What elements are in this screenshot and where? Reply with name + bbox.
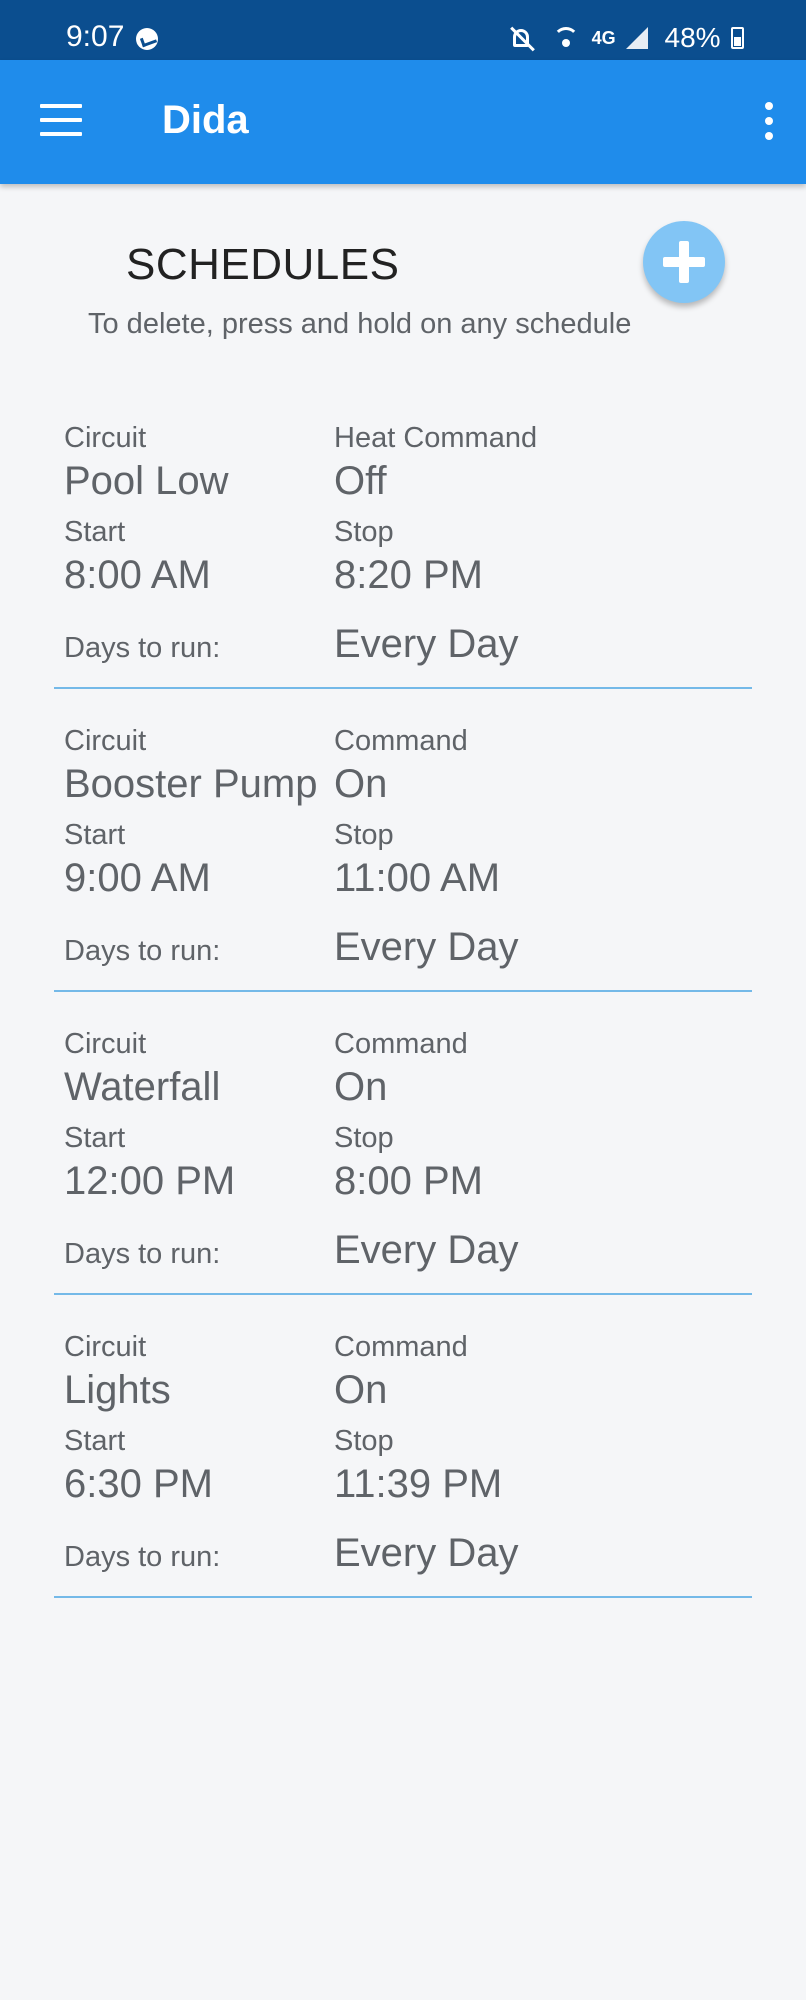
schedule-card[interactable]: Circuit Command Booster Pump On Start St… xyxy=(0,723,806,1026)
command-label: Heat Command xyxy=(334,422,538,454)
stop-label: Stop xyxy=(334,516,394,548)
circuit-label: Circuit xyxy=(64,725,147,757)
start-value: 12:00 PM xyxy=(64,1159,236,1203)
schedules-header: SCHEDULES To delete, press and hold on a… xyxy=(0,184,806,364)
circuit-value: Waterfall xyxy=(64,1065,221,1109)
stop-value: 8:00 PM xyxy=(334,1159,483,1203)
plus-icon xyxy=(643,221,725,303)
stop-value: 11:39 PM xyxy=(334,1462,503,1506)
schedule-list: Circuit Heat Command Pool Low Off Start … xyxy=(0,420,806,1632)
stop-value: 8:20 PM xyxy=(334,553,483,597)
circuit-value: Lights xyxy=(64,1368,171,1412)
page-subtitle: To delete, press and hold on any schedul… xyxy=(88,308,632,340)
start-value: 9:00 AM xyxy=(64,856,211,900)
app-title: Dida xyxy=(162,98,249,142)
status-indicators: 4G 48% xyxy=(509,22,744,53)
days-label: Days to run: xyxy=(64,1541,221,1573)
circuit-value: Booster Pump xyxy=(64,762,318,806)
start-label: Start xyxy=(64,819,126,851)
mute-icon xyxy=(509,25,535,51)
schedule-card[interactable]: Circuit Command Lights On Start Stop 6:3… xyxy=(0,1329,806,1632)
days-value: Every Day xyxy=(334,925,519,969)
command-value: On xyxy=(334,1065,388,1109)
app-bar: Dida xyxy=(0,60,806,184)
battery-percent: 48% xyxy=(664,22,721,53)
start-value: 8:00 AM xyxy=(64,553,211,597)
messenger-icon xyxy=(136,28,158,50)
schedule-card[interactable]: Circuit Heat Command Pool Low Off Start … xyxy=(0,420,806,723)
start-label: Start xyxy=(64,1122,126,1154)
more-options-icon[interactable] xyxy=(758,102,778,142)
stop-value: 11:00 AM xyxy=(334,856,501,900)
command-label: Command xyxy=(334,725,468,757)
command-label: Command xyxy=(334,1028,468,1060)
days-value: Every Day xyxy=(334,1228,519,1272)
circuit-value: Pool Low xyxy=(64,459,229,503)
wifi-icon xyxy=(553,25,580,51)
start-label: Start xyxy=(64,516,126,548)
stop-label: Stop xyxy=(334,1425,394,1457)
hamburger-menu-icon[interactable] xyxy=(40,104,84,138)
battery-icon xyxy=(731,27,744,49)
start-label: Start xyxy=(64,1425,126,1457)
start-value: 6:30 PM xyxy=(64,1462,213,1506)
command-label: Command xyxy=(334,1331,468,1363)
status-time: 9:07 xyxy=(66,20,125,53)
schedule-card[interactable]: Circuit Command Waterfall On Start Stop … xyxy=(0,1026,806,1329)
command-value: On xyxy=(334,762,388,806)
page-title: SCHEDULES xyxy=(126,240,400,289)
signal-icon xyxy=(626,27,649,49)
status-bar: 9:07 4G 48% xyxy=(0,0,806,60)
stop-label: Stop xyxy=(334,1122,394,1154)
days-value: Every Day xyxy=(334,1531,519,1575)
network-type: 4G xyxy=(591,27,616,48)
add-schedule-button[interactable] xyxy=(643,221,725,303)
days-label: Days to run: xyxy=(64,1238,221,1270)
days-value: Every Day xyxy=(334,622,519,666)
circuit-label: Circuit xyxy=(64,422,147,454)
stop-label: Stop xyxy=(334,819,394,851)
command-value: On xyxy=(334,1368,388,1412)
command-value: Off xyxy=(334,459,387,503)
days-label: Days to run: xyxy=(64,935,221,967)
days-label: Days to run: xyxy=(64,632,221,664)
circuit-label: Circuit xyxy=(64,1331,147,1363)
circuit-label: Circuit xyxy=(64,1028,147,1060)
